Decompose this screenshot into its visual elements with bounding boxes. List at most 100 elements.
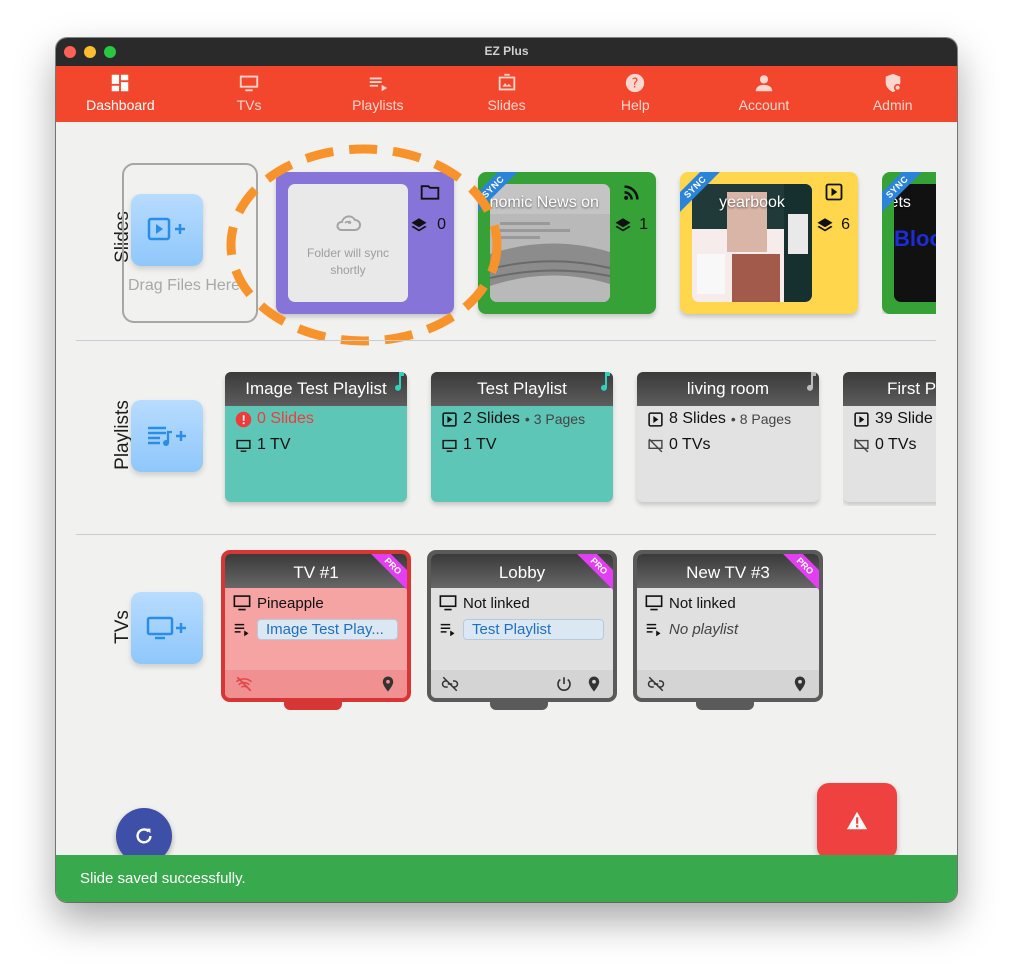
- tv-off-icon: [854, 438, 869, 452]
- tv-off-icon: [648, 438, 663, 452]
- monitor-icon: [645, 595, 663, 611]
- refresh-icon: [136, 828, 152, 844]
- slides-count: 8 Slides: [669, 410, 726, 427]
- tv-stand: [696, 700, 754, 710]
- tv-footer: [431, 670, 613, 698]
- playlist-title: Image Test Playlist: [225, 372, 407, 406]
- slide-card-markets[interactable]: Markets Bloo SYNC: [882, 172, 936, 314]
- dashboard-content: Slides Drag Files Here Folder will sync …: [56, 122, 957, 855]
- slide-count: 1: [639, 216, 648, 233]
- top-navigation: Dashboard TVs Playlists Slides ? Help Ac…: [56, 66, 957, 122]
- slide-card-economic-news[interactable]: Economic News on SYNC 1: [478, 172, 656, 314]
- account-icon: [755, 75, 773, 92]
- playlist-card-living-room[interactable]: living room 8 Slides • 8 Pages 0 TVs: [637, 372, 819, 502]
- nav-account[interactable]: Account: [700, 66, 829, 122]
- tv-name-header: New TV #3 PRO: [637, 554, 819, 593]
- slideshow-icon: [648, 411, 663, 427]
- playlist-card-image-test[interactable]: Image Test Playlist 0 Slides 1 TV: [225, 372, 407, 502]
- power-icon[interactable]: [555, 675, 573, 693]
- slide-thumbnail: Markets Bloo: [894, 184, 936, 302]
- nav-admin[interactable]: Admin: [828, 66, 957, 122]
- tv-footer: [225, 670, 407, 698]
- playlist-slides: 8 Slides • 8 Pages: [647, 406, 819, 432]
- playlist-tvs: 0 TVs: [853, 432, 936, 458]
- add-slide-button[interactable]: [131, 194, 203, 266]
- nav-label: Slides: [487, 97, 526, 113]
- tv-name-header: TV #1 PRO: [225, 554, 407, 593]
- nav-label: Dashboard: [86, 97, 155, 113]
- nav-playlists[interactable]: Playlists: [313, 66, 442, 122]
- tv-playlist: Test Playlist: [439, 616, 613, 642]
- link-off-icon: [441, 676, 459, 692]
- refresh-button[interactable]: [116, 808, 172, 855]
- tv-screen: Lobby PRO Not linked Test Playlist: [427, 550, 617, 702]
- location-pin-icon[interactable]: [585, 675, 603, 693]
- tv-playlist: No playlist: [645, 616, 819, 642]
- add-tv-button[interactable]: [131, 592, 203, 664]
- tv-device: Not linked: [645, 590, 819, 616]
- tv-name-header: Lobby PRO: [431, 554, 613, 593]
- location-pin-icon[interactable]: [791, 675, 809, 693]
- playlist-title-text: First P: [887, 379, 936, 398]
- playlist-chip[interactable]: Image Test Play...: [257, 618, 398, 640]
- device-name: Not linked: [669, 594, 736, 612]
- tvs-count: 1 TV: [257, 436, 291, 453]
- warning-icon: [846, 811, 868, 830]
- tv-footer: [637, 670, 819, 698]
- nav-slides[interactable]: Slides: [442, 66, 571, 122]
- playlist-title-text: living room: [686, 379, 770, 398]
- bloomberg-logo: Bloo: [894, 226, 936, 251]
- device-name: Pineapple: [257, 594, 324, 612]
- nav-dashboard[interactable]: Dashboard: [56, 66, 185, 122]
- tv-card-tv1[interactable]: TV #1 PRO Pineapple Image Test Play...: [221, 550, 411, 714]
- tv-device: Pineapple: [233, 590, 407, 616]
- nav-tvs[interactable]: TVs: [185, 66, 314, 122]
- slide-title: Economic News on: [490, 194, 599, 211]
- slide-count: 6: [841, 216, 850, 233]
- monitor-icon: [233, 595, 251, 611]
- alert-button[interactable]: [817, 783, 897, 855]
- slides-count: 0 Slides: [257, 410, 314, 427]
- playlist-tvs: 0 TVs: [647, 432, 819, 458]
- tv-name: New TV #3: [686, 563, 770, 582]
- playlist-icon: [234, 623, 249, 637]
- success-snackbar: Slide saved successfully.: [56, 855, 957, 902]
- playlist-title: living room: [637, 372, 819, 406]
- nav-label: TVs: [236, 97, 262, 113]
- pages-count-text: 3 Pages: [533, 411, 586, 427]
- wifi-off-icon: [236, 676, 252, 692]
- section-divider: [76, 340, 936, 341]
- playlist-slides: 39 Slide: [853, 406, 936, 432]
- pages-count: • 8 Pages: [730, 411, 792, 427]
- tv-screen: TV #1 PRO Pineapple Image Test Play...: [221, 550, 411, 702]
- playlist-card-test[interactable]: Test Playlist 2 Slides • 3 Pages 1 TV: [431, 372, 613, 502]
- nav-help[interactable]: ? Help: [571, 66, 700, 122]
- nav-label: Playlists: [352, 97, 404, 113]
- tv-stand: [284, 700, 342, 710]
- tv-card-new-tv-3[interactable]: New TV #3 PRO Not linked No playlist: [633, 550, 823, 714]
- add-playlist-button[interactable]: [131, 400, 203, 472]
- slideshow-icon: [854, 411, 869, 427]
- tvs-count: 1 TV: [463, 436, 497, 453]
- location-pin-icon[interactable]: [379, 675, 397, 693]
- admin-shield-icon: [885, 73, 901, 93]
- nav-label: Help: [620, 97, 650, 113]
- monitor-icon: [439, 595, 457, 611]
- window-title: EZ Plus: [484, 44, 529, 58]
- playlist-chip[interactable]: Test Playlist: [463, 618, 604, 640]
- slide-thumbnail: yearbook: [692, 184, 812, 302]
- playlist-card-first[interactable]: First P 39 Slide 0 TVs: [843, 372, 936, 502]
- highlight-circle-annotation: [226, 144, 502, 346]
- slide-card-yearbook[interactable]: yearbook SYNC 6: [680, 172, 858, 314]
- error-icon: [235, 411, 252, 427]
- add-playlist-icon: [148, 426, 186, 446]
- tvs-count: 0 TVs: [875, 436, 917, 453]
- tv-device: Not linked: [439, 590, 613, 616]
- nav-label: Admin: [872, 97, 913, 113]
- tv-card-lobby[interactable]: Lobby PRO Not linked Test Playlist: [427, 550, 617, 714]
- tv-icon: [442, 439, 457, 452]
- rss-icon: [624, 185, 639, 200]
- tv-stand: [490, 700, 548, 710]
- title-bar: EZ Plus: [56, 38, 957, 66]
- section-divider: [76, 534, 936, 535]
